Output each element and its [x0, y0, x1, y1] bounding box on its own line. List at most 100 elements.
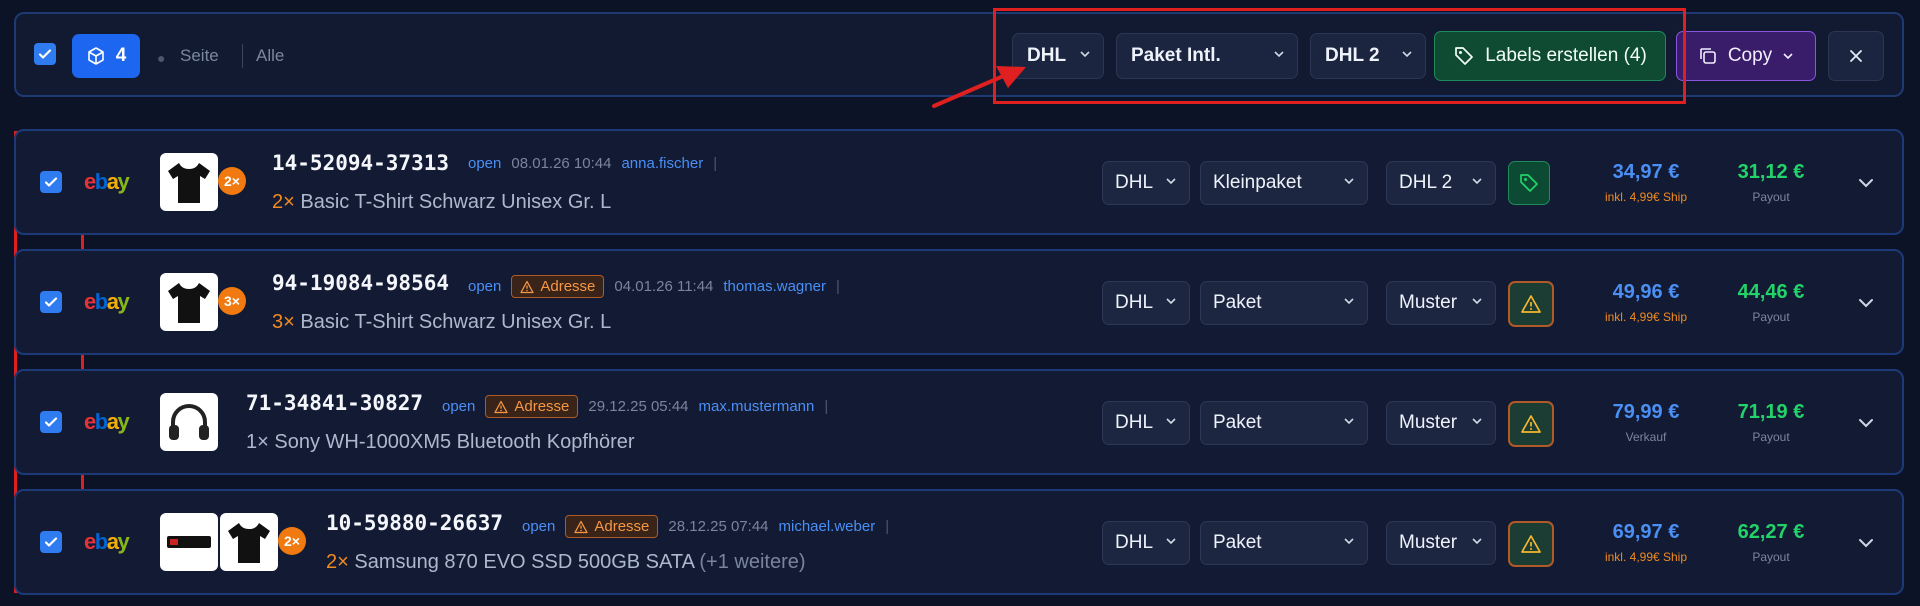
more-items-label: (+1 weitere)	[699, 551, 806, 573]
chevron-down-icon[interactable]	[1856, 173, 1876, 193]
tshirt-icon	[168, 163, 210, 203]
chevron-down-icon	[1166, 538, 1176, 545]
divider	[242, 44, 243, 68]
carrier-select[interactable]: DHL	[1102, 161, 1190, 205]
copy-icon	[1700, 48, 1716, 64]
address-warning-button[interactable]	[1508, 281, 1554, 327]
order-row[interactable]: ebay 71-34841-30827 open Adresse 29.12.2…	[14, 369, 1904, 475]
price-note: inkl. 4,99€ Ship	[1604, 550, 1688, 564]
address-warning-button[interactable]	[1508, 401, 1554, 447]
item-line: 3× Basic T-Shirt Schwarz Unisex Gr. L	[272, 311, 611, 334]
row-checkbox[interactable]	[40, 171, 62, 193]
item-line: 2× Samsung 870 EVO SSD 500GB SATA (+1 we…	[326, 551, 806, 574]
product-select[interactable]: Paket	[1200, 401, 1368, 445]
order-number[interactable]: 14-52094-37313	[272, 151, 449, 175]
item-quantity: 2×	[326, 551, 349, 573]
ebay-logo: ebay	[84, 169, 130, 194]
account-select[interactable]: DHL 2	[1386, 161, 1496, 205]
chevron-down-icon[interactable]	[1856, 293, 1876, 313]
status-label: open	[442, 398, 476, 415]
row-checkbox[interactable]	[40, 291, 62, 313]
selected-count-button[interactable]: 4	[72, 34, 140, 78]
warning-icon	[494, 400, 509, 413]
item-quantity: 2×	[272, 191, 295, 213]
product-select[interactable]: Kleinpaket	[1200, 161, 1368, 205]
product-select[interactable]: Paket	[1200, 281, 1368, 325]
select-all-link[interactable]: Alle	[256, 46, 284, 66]
select-page-link[interactable]: Seite	[180, 46, 219, 66]
order-meta: open Adresse 04.01.26 11:44 thomas.wagne…	[468, 275, 840, 298]
status-label: open	[468, 278, 502, 295]
buyer-username[interactable]: anna.fischer	[621, 155, 703, 172]
order-date: 04.01.26 11:44	[614, 278, 714, 295]
order-date: 08.01.26 10:44	[511, 155, 612, 172]
buyer-username[interactable]: max.mustermann	[699, 398, 815, 415]
carrier-select[interactable]: DHL	[1102, 401, 1190, 445]
chevron-down-icon[interactable]	[1856, 413, 1876, 433]
warning-label: Adresse	[514, 398, 570, 415]
address-warning-button[interactable]	[1508, 521, 1554, 567]
order-row[interactable]: ebay 2× 14-52094-37313 open 08.01.26 10:…	[14, 129, 1904, 235]
chevron-down-icon[interactable]	[1856, 533, 1876, 553]
product-thumbnail	[220, 513, 278, 571]
check-icon	[44, 417, 58, 427]
chevron-down-icon	[1783, 53, 1793, 60]
account-value: DHL 2	[1399, 172, 1453, 193]
carrier-select[interactable]: DHL	[1102, 281, 1190, 325]
address-warning-badge[interactable]: Adresse	[565, 515, 659, 538]
order-number[interactable]: 94-19084-98564	[272, 271, 449, 295]
buyer-username[interactable]: thomas.wagner	[723, 278, 826, 295]
status-label: open	[468, 155, 502, 172]
payout-block: 71,19 € Payout	[1716, 401, 1826, 444]
product-select[interactable]: Paket	[1200, 521, 1368, 565]
item-line: 2× Basic T-Shirt Schwarz Unisex Gr. L	[272, 191, 611, 214]
payout-block: 44,46 € Payout	[1716, 281, 1826, 324]
carrier-select[interactable]: DHL	[1102, 521, 1190, 565]
order-number[interactable]: 10-59880-26637	[326, 511, 503, 535]
account-select[interactable]: Muster	[1386, 401, 1496, 445]
product-value: Paket	[1213, 292, 1262, 313]
create-label-button[interactable]	[1508, 161, 1550, 205]
chevron-down-icon	[1344, 418, 1354, 425]
order-number[interactable]: 71-34841-30827	[246, 391, 423, 415]
address-warning-badge[interactable]: Adresse	[485, 395, 579, 418]
price-block: 79,99 € Verkauf	[1586, 401, 1706, 444]
annotation-box-bulk-controls	[993, 8, 1686, 104]
item-quantity: 1×	[246, 431, 269, 453]
tag-icon	[1520, 174, 1538, 192]
copy-button[interactable]: Copy	[1676, 31, 1816, 81]
item-quantity: 3×	[272, 311, 295, 333]
selected-count: 4	[115, 45, 127, 66]
payout-amount: 71,19 €	[1737, 401, 1805, 423]
price-note: inkl. 4,99€ Ship	[1604, 310, 1688, 324]
check-icon	[44, 297, 58, 307]
address-warning-badge[interactable]: Adresse	[511, 275, 605, 298]
annotation-arrow-icon	[932, 66, 1026, 108]
row-checkbox[interactable]	[40, 411, 62, 433]
product-thumbnail	[160, 393, 218, 451]
ebay-logo: ebay	[84, 289, 130, 314]
chevron-down-icon	[1344, 298, 1354, 305]
close-button[interactable]	[1828, 31, 1884, 81]
account-select[interactable]: Muster	[1386, 281, 1496, 325]
order-row[interactable]: ebay 2× 10-59880-26637 open Adresse 28.1…	[14, 489, 1904, 595]
product-value: Kleinpaket	[1213, 172, 1302, 193]
carrier-value: DHL	[1115, 292, 1154, 313]
select-all-checkbox[interactable]	[34, 43, 56, 65]
product-thumbnail	[160, 153, 218, 211]
warning-label: Adresse	[594, 518, 650, 535]
buyer-username[interactable]: michael.weber	[779, 518, 876, 535]
ebay-logo: ebay	[84, 409, 130, 434]
payout-amount: 31,12 €	[1737, 161, 1805, 183]
account-select[interactable]: Muster	[1386, 521, 1496, 565]
carrier-value: DHL	[1115, 172, 1154, 193]
warning-icon	[520, 280, 535, 293]
payout-label: Payout	[1752, 430, 1790, 444]
status-label: open	[522, 518, 556, 535]
quantity-badge: 2×	[278, 527, 306, 555]
order-row[interactable]: ebay 3× 94-19084-98564 open Adresse 04.0…	[14, 249, 1904, 355]
price-amount: 34,97 €	[1612, 161, 1680, 183]
row-checkbox[interactable]	[40, 531, 62, 553]
account-value: Muster	[1399, 532, 1458, 553]
payout-block: 62,27 € Payout	[1716, 521, 1826, 564]
